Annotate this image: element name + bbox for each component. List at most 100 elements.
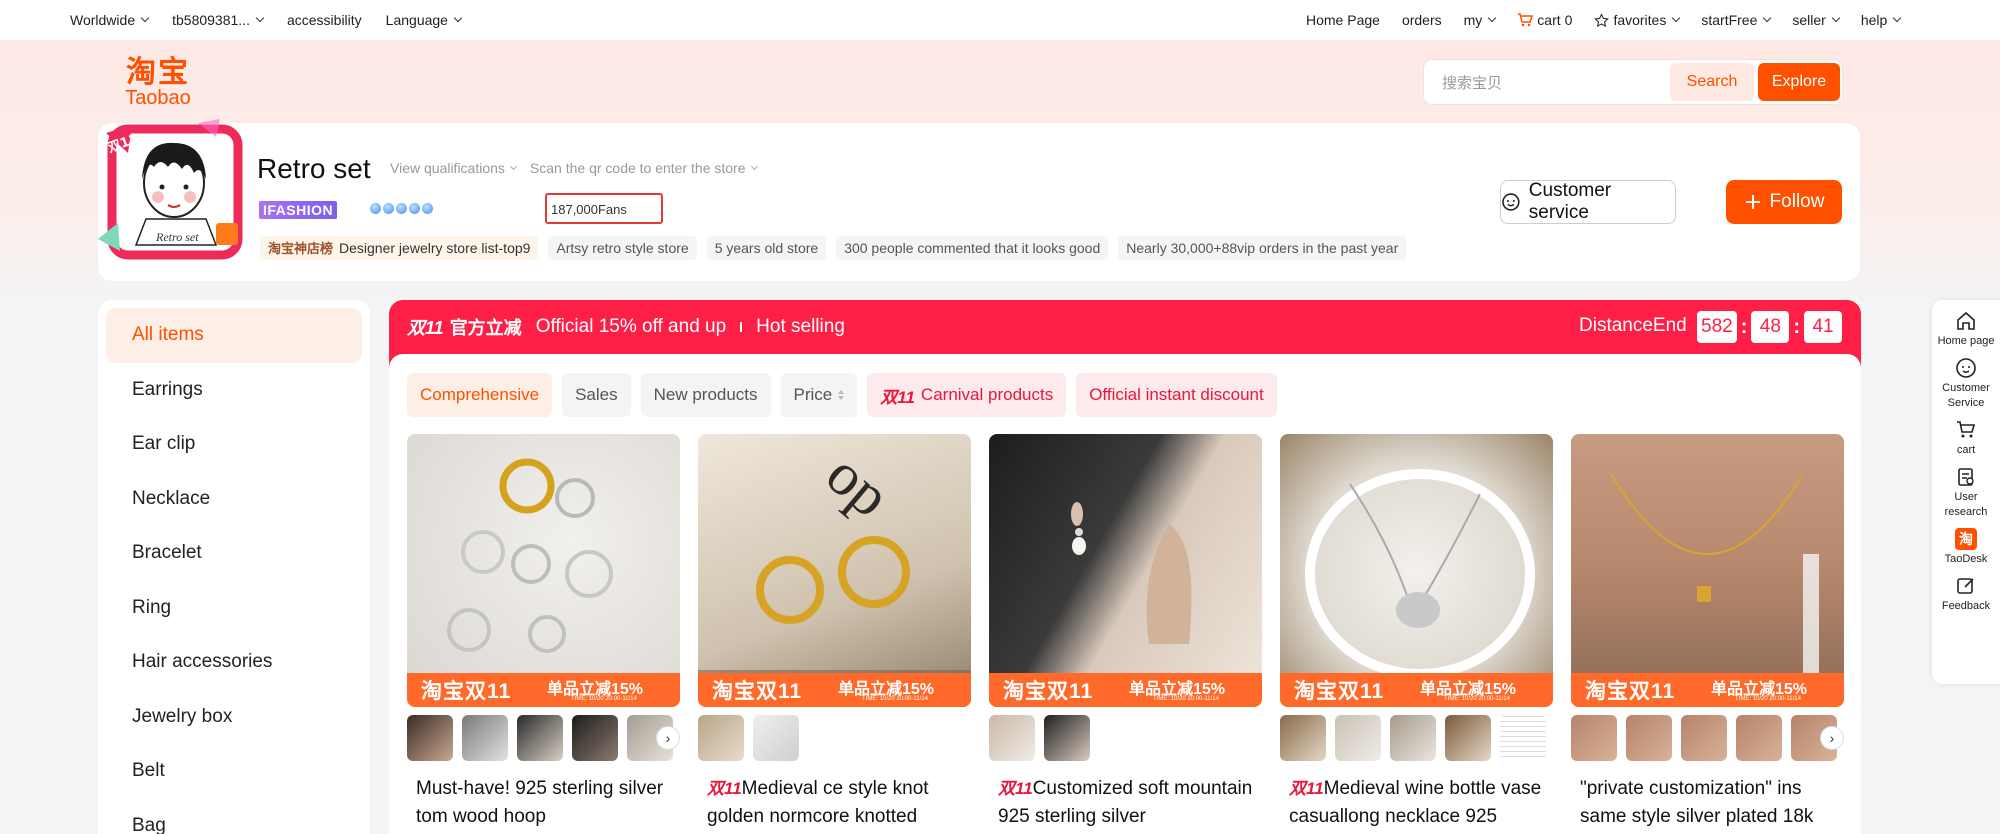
variant-thumbnail[interactable] xyxy=(1445,715,1491,761)
variant-thumbnail[interactable] xyxy=(989,715,1035,761)
double11-tag: 双11 xyxy=(998,779,1033,798)
sidebar-item-ear-clip[interactable]: Ear clip xyxy=(106,417,362,472)
variant-thumbnail[interactable] xyxy=(1571,715,1617,761)
variant-thumbnail[interactable] xyxy=(517,715,563,761)
help-menu[interactable]: help xyxy=(1861,12,1902,28)
variant-thumbnail[interactable] xyxy=(572,715,618,761)
rank-text: Designer jewelry store list-top9 xyxy=(339,240,531,256)
product-title-text: "private customization" ins same style s… xyxy=(1580,778,1814,827)
rail-feedback[interactable]: Feedback xyxy=(1942,575,1990,614)
sidebar-item-ring[interactable]: Ring xyxy=(106,581,362,636)
filter-carnival-products[interactable]: 双11 Carnival products xyxy=(867,373,1067,417)
cart-count: 0 xyxy=(1564,12,1573,28)
sidebar-item-hair-accessories[interactable]: Hair accessories xyxy=(106,635,362,690)
rail-cart[interactable]: cart xyxy=(1955,419,1977,458)
product-image[interactable]: op 淘宝双11 单品立减15% TIME: 10/20 20:00-11/14 xyxy=(698,434,971,707)
product-image[interactable]: 淘宝双11 单品立减15% TIME: 10/20 20:00-11/14 xyxy=(989,434,1262,707)
favorites-menu[interactable]: favorites xyxy=(1594,12,1681,28)
product-title[interactable]: 双11Medieval wine bottle vase casuallong … xyxy=(1280,775,1553,831)
rail-home-page[interactable]: Home page xyxy=(1938,310,1994,349)
account-menu[interactable]: tb5809381... xyxy=(172,12,265,28)
rail-feedback-label: Feedback xyxy=(1941,600,1991,612)
variant-thumbnail[interactable] xyxy=(1736,715,1782,761)
variant-thumbnail[interactable] xyxy=(753,715,799,761)
rating-crown-icon xyxy=(396,203,407,214)
search-button[interactable]: Search xyxy=(1670,63,1754,101)
view-qualifications-link[interactable]: View qualifications xyxy=(390,160,517,176)
variant-thumbnail[interactable] xyxy=(1681,715,1727,761)
language-selector[interactable]: Language xyxy=(386,12,463,28)
product-title[interactable]: 双11Customized soft mountain 925 sterling… xyxy=(989,775,1262,831)
product-card[interactable]: 淘宝双11 单品立减15% TIME: 10/20 20:00-11/14 › … xyxy=(1571,434,1844,831)
chevron-right-icon[interactable]: › xyxy=(1820,726,1844,750)
double11-promo-bar: 双11 官方立减 Official 15% off and up Hot sel… xyxy=(389,300,1861,354)
sidebar-item-all-items[interactable]: All items xyxy=(106,308,362,363)
shop-header-card: Retro set 双11 Retro set View qualificati… xyxy=(98,119,1860,281)
sort-sales[interactable]: Sales xyxy=(562,373,631,417)
product-card[interactable]: 淘宝双11 单品立减15% TIME: 10/20 20:00-11/14 双1… xyxy=(1280,434,1553,831)
accessibility-label: accessibility xyxy=(286,12,362,28)
category-sidebar: All items Earrings Ear clip Necklace Bra… xyxy=(98,300,370,834)
product-image[interactable]: 淘宝双11 单品立减15% TIME: 10/20 20:00-11/14 xyxy=(1571,434,1844,707)
sidebar-item-earrings[interactable]: Earrings xyxy=(106,363,362,418)
taobao-logo[interactable]: 淘宝 Taobao xyxy=(118,58,198,109)
product-card[interactable]: 淘宝双11 单品立减15% TIME: 10/20 20:00-11/14 双1… xyxy=(989,434,1262,831)
variant-thumbnail[interactable] xyxy=(407,715,453,761)
product-image[interactable]: 淘宝双11 单品立减15% TIME: 10/20 20:00-11/14 xyxy=(407,434,680,707)
rank-tag[interactable]: 淘宝神店榜 Designer jewelry store list-top9 xyxy=(260,236,539,260)
region-selector[interactable]: Worldwide xyxy=(70,12,150,28)
cart-link[interactable]: cart 0 xyxy=(1517,12,1572,28)
sidebar-item-bag[interactable]: Bag xyxy=(106,799,362,834)
customer-service-button[interactable]: Customer service xyxy=(1500,180,1676,224)
product-title[interactable]: Must-have! 925 sterling silver tom wood … xyxy=(407,775,680,831)
accessibility-link[interactable]: accessibility xyxy=(287,12,362,28)
rail-research-label: User research xyxy=(1944,491,1988,518)
product-card[interactable]: op 淘宝双11 单品立减15% TIME: 10/20 20:00-11/14… xyxy=(698,434,971,831)
seller-menu[interactable]: seller xyxy=(1792,12,1841,28)
sort-comprehensive[interactable]: Comprehensive xyxy=(407,373,553,417)
rail-taodesk[interactable]: 淘 TaoDesk xyxy=(1945,528,1987,567)
countdown-hours: 582 xyxy=(1697,311,1737,343)
my-menu[interactable]: my xyxy=(1464,12,1497,28)
view-qualifications-label: View qualifications xyxy=(390,160,505,176)
variant-thumbnail[interactable] xyxy=(1335,715,1381,761)
sidebar-item-bracelet[interactable]: Bracelet xyxy=(106,526,362,581)
official-discount-logo: 官方立减 xyxy=(449,318,522,338)
scan-qr-link[interactable]: Scan the qr code to enter the store xyxy=(530,160,758,176)
variant-thumbnail[interactable] xyxy=(1280,715,1326,761)
sidebar-item-jewelry-box[interactable]: Jewelry box xyxy=(106,690,362,745)
sidebar-item-necklace[interactable]: Necklace xyxy=(106,472,362,527)
home-page-link[interactable]: Home Page xyxy=(1306,12,1380,28)
chevron-right-icon[interactable]: › xyxy=(656,726,680,750)
rail-user-research[interactable]: User research xyxy=(1932,466,2000,520)
home-page-label: Home Page xyxy=(1306,12,1380,28)
orders-link[interactable]: orders xyxy=(1402,12,1442,28)
filter-official-instant-discount[interactable]: Official instant discount xyxy=(1076,373,1277,417)
search-input[interactable]: 搜索宝贝 xyxy=(1426,72,1670,93)
shop-avatar[interactable]: Retro set 双11 xyxy=(98,119,246,267)
product-card[interactable]: 淘宝双11 单品立减15% TIME: 10/20 20:00-11/14 › … xyxy=(407,434,680,831)
product-photo xyxy=(1610,473,1819,707)
variant-thumbnail[interactable] xyxy=(462,715,508,761)
shop-tag: 300 people commented that it looks good xyxy=(836,236,1109,260)
double11-logo: 双11 xyxy=(407,318,444,338)
variant-thumbnail[interactable] xyxy=(1626,715,1672,761)
variant-thumbnail[interactable] xyxy=(1500,715,1546,761)
rail-customer-service[interactable]: Customer Service xyxy=(1932,357,2000,411)
product-image[interactable]: 淘宝双11 单品立减15% TIME: 10/20 20:00-11/14 xyxy=(1280,434,1553,707)
product-title[interactable]: "private customization" ins same style s… xyxy=(1571,775,1844,831)
sort-new-products[interactable]: New products xyxy=(640,373,771,417)
product-title[interactable]: 双11Medieval ce style knot golden normcor… xyxy=(698,775,971,831)
shop-meta-links: View qualifications Scan the qr code to … xyxy=(390,160,758,176)
banner-time-text: TIME: 10/20 20:00-11/14 xyxy=(1735,696,1801,702)
variant-thumbnail[interactable] xyxy=(1044,715,1090,761)
sidebar-item-belt[interactable]: Belt xyxy=(106,744,362,799)
startfree-menu[interactable]: startFree xyxy=(1701,12,1772,28)
sort-price[interactable]: Price xyxy=(780,373,858,417)
variant-thumbnail[interactable] xyxy=(1390,715,1436,761)
chevron-down-icon xyxy=(453,13,463,23)
variant-thumbnail[interactable] xyxy=(698,715,744,761)
follow-button[interactable]: Follow xyxy=(1726,180,1842,224)
orders-label: orders xyxy=(1401,12,1442,28)
explore-button[interactable]: Explore xyxy=(1758,63,1840,101)
